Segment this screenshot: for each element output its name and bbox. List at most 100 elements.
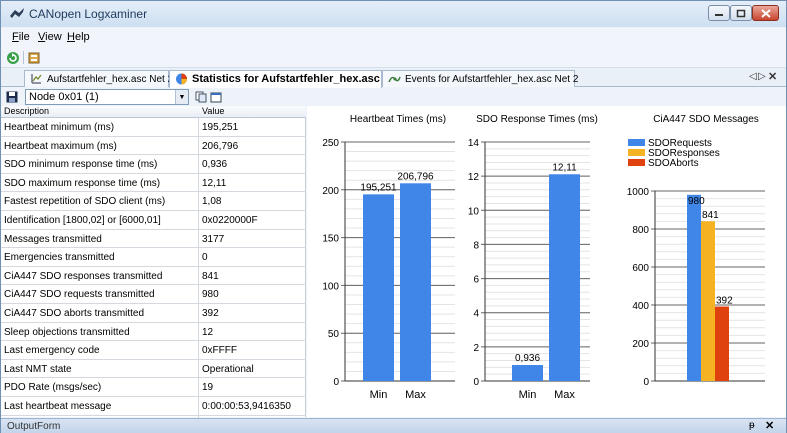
cell-description: CiA447 SDO responses transmitted: [4, 270, 163, 282]
heartbeat-chart-title: Heartbeat Times (ms): [350, 114, 446, 125]
table-row[interactable]: Last emergency code 0xFFFF: [1, 341, 306, 360]
cell-separator: [198, 341, 199, 359]
window-title: CANopen Logxaminer: [29, 7, 148, 21]
table-row[interactable]: PDO Rate (msgs/sec) 19: [1, 378, 306, 397]
menu-help[interactable]: Help: [67, 31, 90, 43]
table-row[interactable]: Sleep objections transmitted 12: [1, 322, 306, 342]
node-select[interactable]: Node 0x01 (1) ▼: [25, 89, 189, 105]
database-button[interactable]: [26, 50, 42, 65]
table-row[interactable]: CiA447 SDO requests transmitted 980: [1, 285, 306, 304]
tab-prev-button[interactable]: ◁: [749, 71, 757, 82]
cell-value: 19: [202, 382, 214, 394]
table-row[interactable]: Last heartbeat message 0:00:00:53,9416350: [1, 397, 306, 416]
menu-file[interactable]: File: [12, 31, 30, 43]
grid-header: Description Value: [1, 106, 306, 118]
cell-value: 3177: [202, 233, 225, 245]
tab-trace[interactable]: Aufstartfehler_hex.asc Net 2: [24, 70, 173, 87]
cell-separator: [198, 118, 199, 136]
table-row[interactable]: Heartbeat minimum (ms) 195,251: [1, 118, 306, 137]
sdo-response-chart-tick-label: 14: [468, 138, 480, 149]
cell-separator: [198, 285, 199, 303]
save-button[interactable]: [4, 89, 20, 104]
table-row[interactable]: SDO minimum response time (ms) 0,936: [1, 155, 306, 174]
cell-description: SDO minimum response time (ms): [4, 159, 158, 171]
table-row[interactable]: CiA447 SDO responses transmitted 841: [1, 266, 306, 286]
close-icon: [760, 8, 771, 18]
cell-separator: [198, 266, 199, 285]
sdo-messages-chart-data-label: 980: [688, 196, 705, 207]
cell-value: 12,11: [202, 177, 227, 189]
cell-separator: [198, 248, 199, 266]
document-tabs: Aufstartfehler_hex.asc Net 2 Statistics …: [1, 68, 786, 88]
sdo-messages-chart-tick-label: 600: [632, 263, 649, 274]
sdo-response-chart-category-label: Min: [519, 389, 537, 401]
sdo-response-chart-tick-label: 2: [473, 343, 479, 354]
maximize-button[interactable]: [730, 5, 752, 21]
floppy-disk-icon: [6, 91, 18, 102]
sdo-messages-chart-legend-label: SDOAborts: [648, 158, 699, 169]
table-row[interactable]: CiA447 SDO aborts transmitted 392: [1, 304, 306, 323]
sdo-messages-chart-data-label: 392: [716, 296, 733, 307]
sdo-response-chart-tick-label: 8: [473, 240, 479, 251]
table-row[interactable]: Identification [1800,02] or [6000,01] 0x0…: [1, 211, 306, 230]
table-row[interactable]: SDO maximum response time (ms) 12,11: [1, 173, 306, 193]
column-header-description[interactable]: Description: [4, 106, 49, 116]
tab-close-button[interactable]: ✕: [768, 70, 777, 83]
pie-chart-icon: [176, 73, 187, 85]
heartbeat-chart-tick-label: 100: [322, 281, 339, 292]
close-panel-icon[interactable]: ✕: [765, 419, 774, 432]
app-logo-icon: [10, 8, 24, 18]
minimize-icon: [715, 14, 723, 16]
cell-description: Last NMT state: [4, 363, 72, 375]
copy-button[interactable]: [193, 89, 209, 104]
tab-statistics[interactable]: Statistics for Aufstartfehler_hex.asc Ne…: [169, 70, 410, 88]
table-row[interactable]: Last NMT state Operational: [1, 359, 306, 379]
cell-description: Heartbeat maximum (ms): [4, 140, 117, 152]
sdo-messages-chart-tick-label: 1000: [627, 187, 650, 198]
menu-bar: File View Help: [1, 28, 786, 47]
table-row[interactable]: Fastest repetition of SDO client (ms) 1,0…: [1, 192, 306, 211]
table-row[interactable]: Messages transmitted 3177: [1, 229, 306, 249]
cell-separator: [198, 397, 199, 415]
sdo-response-chart-data-label: 12,11: [552, 162, 577, 173]
cell-value: 841: [202, 270, 219, 282]
title-bar[interactable]: CANopen Logxaminer: [1, 1, 786, 27]
cell-description: Heartbeat minimum (ms): [4, 122, 115, 133]
sdo-response-chart-category-label: Max: [554, 389, 575, 401]
window-button[interactable]: [208, 89, 224, 104]
heartbeat-chart-bar: [363, 194, 394, 381]
cell-description: Fastest repetition of SDO client (ms): [4, 196, 166, 208]
tab-label: Events for Aufstartfehler_hex.asc Net 2: [405, 74, 579, 85]
sdo-messages-chart-tick-label: 800: [632, 225, 649, 236]
sdo-messages-chart-bar: [715, 306, 729, 381]
pin-icon[interactable]: ᵽ: [749, 420, 755, 431]
sdo-response-chart-tick-label: 10: [468, 206, 480, 217]
sdo-messages-chart-bar: [701, 221, 715, 381]
cell-value: 0: [202, 252, 208, 264]
statistics-grid: Description Value Heartbeat minimum (ms)…: [1, 106, 306, 433]
cell-description: Emergencies transmitted: [4, 252, 115, 264]
sdo-response-chart-title: SDO Response Times (ms): [476, 114, 598, 125]
tab-label: Statistics for Aufstartfehler_hex.asc Ne…: [192, 73, 410, 85]
cell-value: 0xFFFF: [202, 345, 237, 357]
cell-description: Last heartbeat message: [4, 401, 112, 412]
table-row[interactable]: Emergencies transmitted 0: [1, 248, 306, 267]
cell-value: 206,796: [202, 140, 239, 152]
chevron-down-icon[interactable]: ▼: [175, 90, 188, 104]
menu-view[interactable]: View: [38, 31, 62, 43]
sdo-messages-chart-title: CiA447 SDO Messages: [653, 114, 759, 125]
close-window-button[interactable]: [752, 5, 779, 21]
sdo-messages-chart-legend-swatch: [628, 159, 645, 166]
tab-events[interactable]: Events for Aufstartfehler_hex.asc Net 2: [382, 70, 579, 87]
table-row[interactable]: Heartbeat maximum (ms) 206,796: [1, 136, 306, 156]
minimize-button[interactable]: [708, 5, 730, 21]
column-header-value[interactable]: Value: [202, 106, 224, 116]
refresh-button[interactable]: [5, 50, 21, 65]
heartbeat-chart-tick-label: 200: [322, 186, 339, 197]
cell-separator: [198, 136, 199, 155]
cell-description: Identification [1800,02] or [6000,01]: [4, 215, 161, 226]
tab-next-button[interactable]: ▷: [758, 71, 766, 82]
cell-separator: [198, 229, 199, 248]
sdo-response-chart-tick-label: 4: [473, 309, 479, 320]
heartbeat-chart-tick-label: 50: [328, 329, 340, 340]
